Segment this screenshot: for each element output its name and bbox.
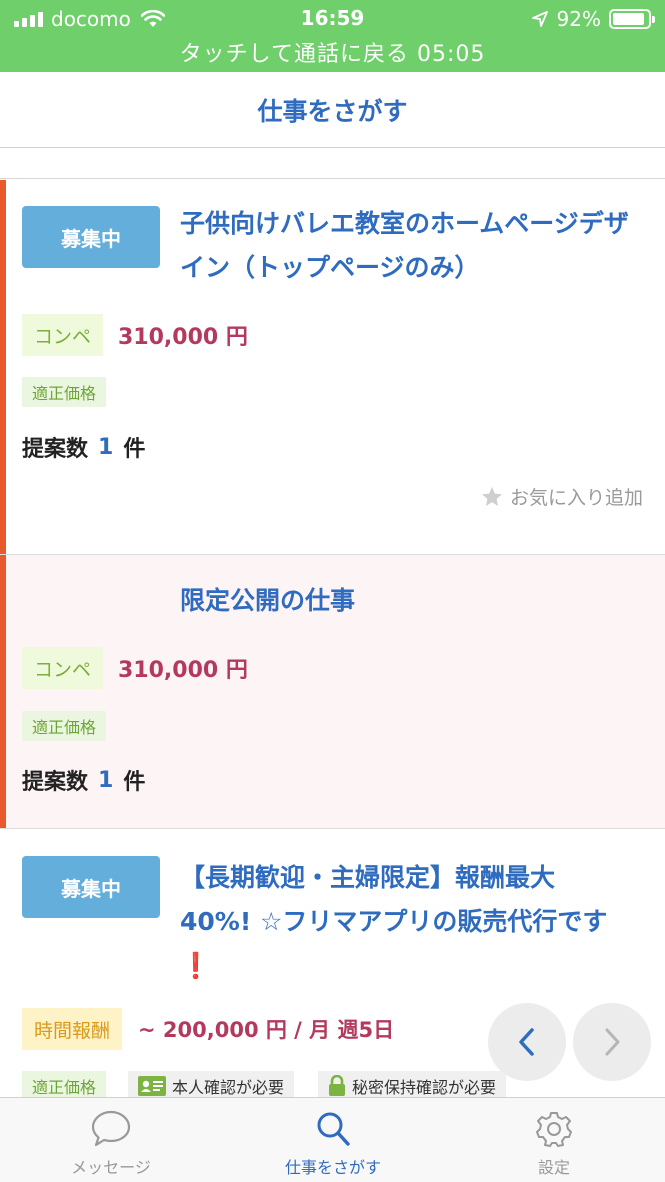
job-title[interactable]: 限定公開の仕事 xyxy=(180,579,650,623)
location-arrow-icon xyxy=(531,11,548,27)
proposal-count: 提案数 1 件 xyxy=(22,760,145,800)
job-price: ~ 200,000 円 / 月 週5日 xyxy=(138,1018,395,1042)
proposal-count-unit: 件 xyxy=(123,770,146,795)
job-type-tag: コンペ xyxy=(22,647,104,689)
job-price: 310,000 円 xyxy=(118,325,248,350)
nda-required-label: 秘密保持確認が必要 xyxy=(352,1078,497,1097)
chevron-right-icon xyxy=(605,1028,620,1056)
fair-price-badge: 適正価格 xyxy=(22,377,107,407)
job-card[interactable]: 募集中 子供向けバレエ教室のホームページデザイン（トップページのみ） コンペ 3… xyxy=(0,180,665,555)
favorite-label: お気に入り追加 xyxy=(509,487,643,509)
job-type-tag: コンペ xyxy=(22,314,104,356)
recruiting-badge: 募集中 xyxy=(22,206,160,268)
job-card[interactable]: 募集中 【長期歓迎・主婦限定】報酬最大 40%! ☆フリマアプリの販売代行です … xyxy=(0,830,665,1101)
battery-group: 92% xyxy=(531,6,655,32)
tab-search-jobs-label: 仕事をさがす xyxy=(284,1158,381,1177)
job-price: 310,000 円 xyxy=(118,658,248,683)
proposal-count-value: 1 xyxy=(98,434,114,460)
search-icon xyxy=(317,1112,350,1146)
tab-messages[interactable]: メッセージ xyxy=(0,1098,222,1182)
proposal-count-value: 1 xyxy=(98,767,114,793)
previous-page-button[interactable] xyxy=(488,1003,566,1081)
proposal-count-unit: 件 xyxy=(123,437,146,462)
identity-required-label: 本人確認が必要 xyxy=(172,1078,285,1097)
chevron-left-icon xyxy=(519,1028,534,1056)
proposal-count-label: 提案数 xyxy=(22,770,89,795)
battery-level xyxy=(613,13,645,25)
lock-icon xyxy=(329,1075,345,1096)
star-icon xyxy=(481,486,502,506)
section-spacer xyxy=(0,149,665,179)
status-bar: docomo 16:59 92% タッチして通話に戻る 05:05 xyxy=(0,0,665,72)
nav-header: 仕事をさがす xyxy=(0,72,665,148)
next-page-button[interactable] xyxy=(573,1003,651,1081)
job-title[interactable]: 子供向けバレエ教室のホームページデザイン（トップページのみ） xyxy=(180,202,650,290)
tab-settings[interactable]: 設定 xyxy=(443,1098,665,1182)
id-card-icon xyxy=(138,1076,166,1096)
battery-percent: 92% xyxy=(556,7,601,31)
tab-messages-label: メッセージ xyxy=(71,1158,151,1177)
gear-icon xyxy=(536,1112,572,1147)
battery-icon xyxy=(609,9,655,29)
page-title: 仕事をさがす xyxy=(257,96,408,126)
proposal-count: 提案数 1 件 xyxy=(22,427,145,467)
recruiting-badge: 募集中 xyxy=(22,856,160,918)
favorite-button[interactable]: お気に入り追加 xyxy=(480,483,643,510)
proposal-count-label: 提案数 xyxy=(22,437,89,462)
return-to-call-banner[interactable]: タッチして通話に戻る 05:05 xyxy=(0,36,665,68)
job-title-line-2: 40%! ☆フリマアプリの販売代行です xyxy=(180,907,608,936)
fair-price-badge: 適正価格 xyxy=(22,711,107,741)
exclamation-icon: ❗ xyxy=(180,951,212,980)
job-title[interactable]: 【長期歓迎・主婦限定】報酬最大 40%! ☆フリマアプリの販売代行です ❗ xyxy=(180,856,650,988)
tab-settings-label: 設定 xyxy=(537,1158,570,1177)
job-type-tag: 時間報酬 xyxy=(22,1008,123,1050)
job-title-line-1: 【長期歓迎・主婦限定】報酬最大 xyxy=(180,863,556,892)
job-card-private[interactable]: 限定公開の仕事 コンペ 310,000 円 適正価格 提案数 1 件 xyxy=(0,555,665,829)
tab-bar: メッセージ 仕事をさがす 設定 xyxy=(0,1097,665,1182)
speech-bubble-icon xyxy=(91,1110,131,1147)
tab-search-jobs[interactable]: 仕事をさがす xyxy=(222,1098,444,1182)
